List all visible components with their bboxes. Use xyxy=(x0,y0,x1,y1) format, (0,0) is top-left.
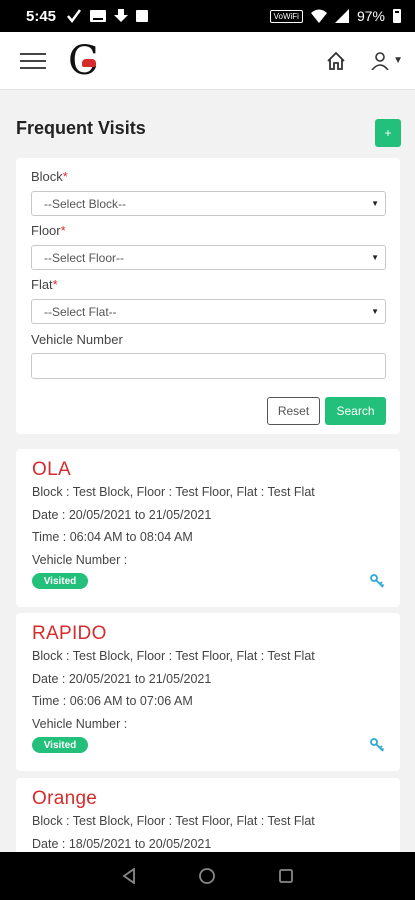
visit-name: RAPIDO xyxy=(32,623,107,644)
block-label: Block* xyxy=(31,169,68,184)
status-badge: Visited xyxy=(32,573,88,589)
visit-name: Orange xyxy=(32,788,98,809)
dropdown-arrow-icon: ▼ xyxy=(371,307,379,316)
key-icon[interactable] xyxy=(370,574,384,588)
back-icon[interactable] xyxy=(119,866,139,886)
status-time: 5:45 xyxy=(26,7,57,25)
status-bar: 5:45 VoWiFi 97% xyxy=(0,0,415,32)
visit-card[interactable]: OLA Block : Test Block, Floor : Test Flo… xyxy=(16,449,400,607)
visit-date: Date : 18/05/2021 to 20/05/2021 xyxy=(32,837,212,851)
visit-time: Time : 06:06 AM to 07:06 AM xyxy=(32,694,193,708)
car-icon xyxy=(82,58,96,67)
keyboard-icon xyxy=(90,10,107,22)
visit-name: OLA xyxy=(32,459,71,480)
visit-date: Date : 20/05/2021 to 21/05/2021 xyxy=(32,508,212,522)
filter-form: Block* --Select Block-- ▼ Floor* --Selec… xyxy=(16,158,400,434)
block-select-value: --Select Block-- xyxy=(44,196,127,211)
dropdown-arrow-icon: ▼ xyxy=(371,199,379,208)
page-title: Frequent Visits xyxy=(16,118,146,138)
flat-label: Flat* xyxy=(31,277,58,292)
app-logo[interactable]: C xyxy=(68,41,104,81)
signal-icon xyxy=(334,9,349,23)
add-visit-button[interactable]: + xyxy=(375,119,401,147)
visit-vehicle: Vehicle Number : xyxy=(32,717,128,731)
download-icon xyxy=(114,9,129,22)
floor-label: Floor* xyxy=(31,223,66,238)
visit-card[interactable]: RAPIDO Block : Test Block, Floor : Test … xyxy=(16,613,400,771)
floor-select-value: --Select Floor-- xyxy=(44,250,125,265)
visit-time: Time : 06:04 AM to 08:04 AM xyxy=(32,530,193,544)
wifi-icon xyxy=(310,9,327,23)
visit-location: Block : Test Block, Floor : Test Floor, … xyxy=(32,485,315,499)
visit-date: Date : 20/05/2021 to 21/05/2021 xyxy=(32,672,212,686)
visit-location: Block : Test Block, Floor : Test Floor, … xyxy=(32,814,315,828)
reset-button[interactable]: Reset xyxy=(267,397,320,425)
hamburger-icon[interactable] xyxy=(20,52,46,69)
flat-select[interactable]: --Select Flat-- ▼ xyxy=(31,299,386,324)
user-icon xyxy=(371,51,389,70)
status-badge: Visited xyxy=(32,737,88,753)
app-header: C ▼ xyxy=(0,32,415,90)
home-circle-icon[interactable] xyxy=(197,866,217,886)
floor-select[interactable]: --Select Floor-- ▼ xyxy=(31,245,386,270)
user-menu-button[interactable]: ▼ xyxy=(371,51,403,70)
flat-select-value: --Select Flat-- xyxy=(44,304,117,319)
battery-icon xyxy=(393,9,401,23)
chevron-down-icon: ▼ xyxy=(393,55,403,66)
visit-location: Block : Test Block, Floor : Test Floor, … xyxy=(32,649,315,663)
notification-icons xyxy=(66,8,149,24)
system-icons: VoWiFi 97% xyxy=(269,8,401,24)
key-icon[interactable] xyxy=(370,738,384,752)
recents-icon[interactable] xyxy=(276,866,296,886)
vehicle-number-input[interactable] xyxy=(31,353,386,379)
block-select[interactable]: --Select Block-- ▼ xyxy=(31,191,386,216)
search-button[interactable]: Search xyxy=(325,397,386,425)
home-icon[interactable] xyxy=(323,48,349,74)
check-icon xyxy=(67,9,82,24)
vowifi-badge: VoWiFi xyxy=(269,9,303,23)
square-icon xyxy=(136,10,149,22)
vehicle-number-label: Vehicle Number xyxy=(31,332,123,347)
battery-percent: 97% xyxy=(356,8,385,24)
dropdown-arrow-icon: ▼ xyxy=(371,253,379,262)
system-nav-bar xyxy=(0,852,415,900)
visit-vehicle: Vehicle Number : xyxy=(32,553,128,567)
